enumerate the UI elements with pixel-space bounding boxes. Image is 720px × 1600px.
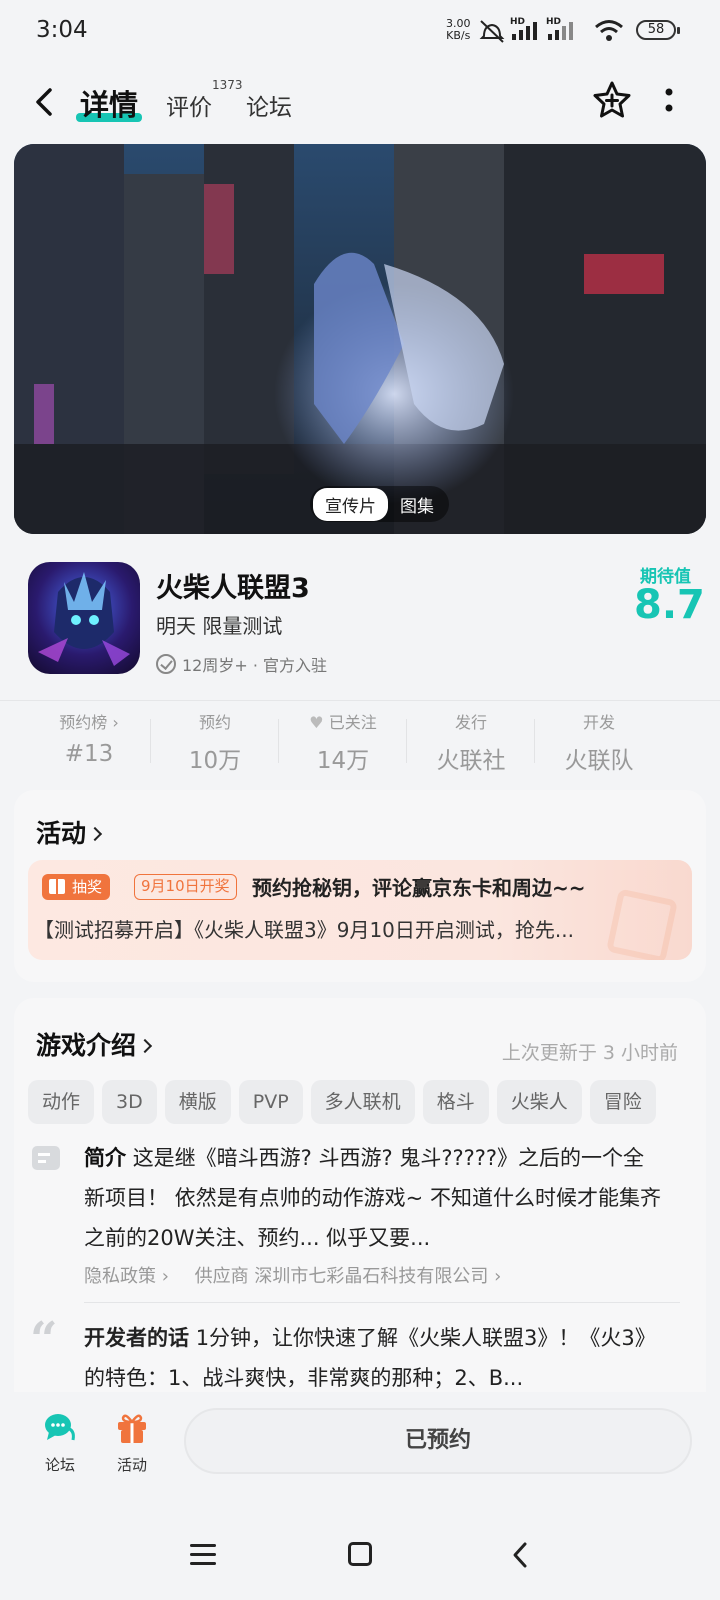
net-speed-unit: KB/s: [446, 29, 471, 42]
tag[interactable]: 格斗: [422, 1080, 489, 1124]
activity-promo[interactable]: 抽奖 9月10日开奖 预约抢秘钥，评论赢京东卡和周边~~ 【测试招募开启】《火柴…: [28, 860, 692, 960]
top-nav: 详情 评价 1373 论坛: [0, 70, 720, 134]
media-tabs: 宣传片 图集: [310, 486, 449, 522]
intro-title-text: 游戏介绍: [36, 1031, 137, 1060]
promo-title: 预约抢秘钥，评论赢京东卡和周边~~: [252, 876, 586, 900]
tag[interactable]: PVP: [238, 1080, 303, 1124]
game-meta-text: 12周岁+ · 官方入驻: [182, 656, 328, 675]
expect-value: 8.7: [634, 582, 705, 628]
divider: [84, 1302, 680, 1303]
battery-indicator: 58: [636, 20, 680, 40]
chevron-right-icon: [137, 1038, 153, 1054]
stat-rank[interactable]: 预约榜 › #13: [24, 709, 154, 767]
status-bar: 3:04 3.00 KB/s HD HD 58: [0, 0, 720, 64]
supplier-link[interactable]: 供应商 深圳市七彩晶石科技有限公司 ›: [195, 1266, 502, 1287]
tab-forum[interactable]: 论坛: [246, 88, 292, 122]
favorite-star-icon[interactable]: [592, 80, 632, 120]
stat-followers: ♥ 已关注 14万: [278, 709, 408, 775]
status-time: 3:04: [36, 17, 88, 43]
system-back-icon[interactable]: [510, 1540, 530, 1570]
stat-value: 14万: [316, 748, 370, 774]
activity-title[interactable]: 活动: [36, 814, 103, 850]
stat-value: 火联社: [436, 748, 506, 774]
forum-button[interactable]: 论坛: [30, 1412, 90, 1475]
stat-label: 预约榜 ›: [59, 713, 119, 732]
summary-icon: [32, 1146, 60, 1170]
tag[interactable]: 横版: [164, 1080, 231, 1124]
stat-value: 火联队: [564, 748, 634, 774]
summary-body: 这是继《暗斗西游? 斗西游? 鬼斗?????》之后的一个全新项目！ 依然是有点帅…: [84, 1146, 661, 1250]
stats-row: 预约榜 › #13 预约 10万 ♥ 已关注 14万 发行 火联社 开发 火联队: [0, 700, 720, 780]
activity-button[interactable]: 活动: [102, 1412, 162, 1475]
stat-label: 发行: [454, 713, 487, 732]
media-tab-gallery[interactable]: 图集: [388, 488, 446, 521]
summary-text[interactable]: 简介 这是继《暗斗西游? 斗西游? 鬼斗?????》之后的一个全新项目！ 依然是…: [84, 1138, 664, 1258]
gift-box-icon: [118, 1414, 146, 1443]
review-count-badge: 1373: [212, 78, 243, 92]
game-intro-card: 游戏介绍 上次更新于 3 小时前 动作 3D 横版 PVP 多人联机 格斗 火柴人 冒险 简介…: [14, 998, 706, 1398]
tag[interactable]: 3D: [102, 1080, 157, 1124]
tag[interactable]: 多人联机: [310, 1080, 415, 1124]
summary-label: 简介: [84, 1146, 126, 1170]
stat-label: ♥ 已关注: [278, 709, 408, 733]
stat-label: 预约: [198, 713, 231, 732]
tag-list: 动作 3D 横版 PVP 多人联机 格斗 火柴人 冒险: [28, 1080, 692, 1126]
activity-title-text: 活动: [36, 819, 87, 848]
game-character-art: [38, 572, 130, 666]
stat-value: 10万: [188, 748, 242, 774]
game-subtitle: 明天 限量测试: [156, 614, 283, 638]
signal-icon: [512, 22, 537, 40]
media-banner[interactable]: 宣传片 图集: [14, 144, 706, 534]
stat-value: #13: [64, 741, 114, 767]
lottery-badge: 抽奖: [42, 874, 111, 900]
tag[interactable]: 冒险: [589, 1080, 656, 1124]
media-tab-video[interactable]: 宣传片: [313, 487, 388, 521]
home-square-icon[interactable]: [348, 1542, 372, 1566]
chevron-right-icon: [87, 826, 103, 842]
menu-icon[interactable]: [190, 1544, 216, 1566]
wifi-icon: [595, 20, 623, 41]
back-arrow-icon[interactable]: [30, 84, 60, 120]
mute-bell-icon: [479, 20, 505, 43]
activity-card: 活动 抽奖 9月10日开奖 预约抢秘钥，评论赢京东卡和周边~~ 【测试招募开启】…: [14, 790, 706, 982]
game-meta: 12周岁+ · 官方入驻: [156, 652, 327, 676]
stat-label: 开发: [582, 713, 615, 732]
reserved-button[interactable]: 已预约: [184, 1408, 692, 1474]
activity-label: 活动: [116, 1456, 147, 1474]
stat-reservations: 预约 10万: [150, 709, 280, 775]
tab-details[interactable]: 详情: [75, 82, 143, 124]
tag[interactable]: 火柴人: [496, 1080, 582, 1124]
promo-description: 【测试招募开启】《火柴人联盟3》9月10日开启测试，抢先...: [34, 918, 574, 942]
game-icon-image[interactable]: [28, 562, 140, 674]
developer-words-label: 开发者的话: [84, 1326, 189, 1350]
quote-icon: “: [30, 1312, 58, 1368]
signal-2-icon: [548, 22, 573, 40]
tab-reviews[interactable]: 评价: [166, 88, 212, 122]
more-options-icon[interactable]: [662, 86, 676, 116]
last-updated: 上次更新于 3 小时前: [501, 1042, 678, 1064]
heart-icon: ♥: [309, 713, 324, 732]
tag[interactable]: 动作: [28, 1080, 95, 1124]
draw-date-tag: 9月10日开奖: [134, 874, 237, 900]
lottery-badge-text: 抽奖: [72, 878, 103, 896]
developer-words[interactable]: 开发者的话 1分钟，让你快速了解《火柴人联盟3》！《火3》的特色：1、战斗爽快，…: [84, 1318, 664, 1398]
system-nav-bar: [0, 1500, 720, 1600]
net-speed: 3.00 KB/s: [446, 18, 471, 42]
verified-check-icon: [156, 654, 176, 674]
policy-links: 隐私政策 › 供应商 深圳市七彩晶石科技有限公司 ›: [84, 1262, 521, 1288]
bottom-action-bar: 论坛 活动 已预约: [0, 1392, 720, 1492]
stat-label-text: 已关注: [328, 713, 377, 732]
privacy-policy-link[interactable]: 隐私政策 ›: [84, 1266, 169, 1287]
stat-publisher[interactable]: 发行 火联社: [406, 709, 536, 775]
forum-chat-icon: [45, 1414, 75, 1441]
stat-developer[interactable]: 开发 火联队: [534, 709, 664, 775]
banner-scene-image: [14, 144, 706, 534]
gift-icon: [49, 879, 65, 894]
game-title: 火柴人联盟3: [156, 573, 310, 604]
intro-title[interactable]: 游戏介绍: [36, 1026, 153, 1062]
forum-label: 论坛: [44, 1456, 75, 1474]
